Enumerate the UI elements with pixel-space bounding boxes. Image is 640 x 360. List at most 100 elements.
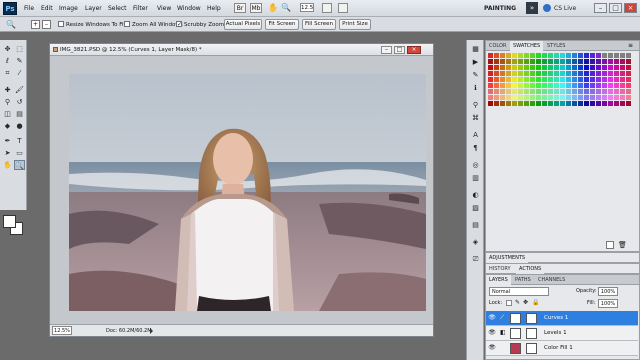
tab-history[interactable]: HISTORY [486,264,514,274]
history-panel-icon[interactable]: ▦ [470,44,481,54]
swatch-cell[interactable] [530,77,535,82]
swatch-cell[interactable] [500,89,505,94]
swatch-cell[interactable] [524,53,529,58]
status-menu-icon[interactable] [150,328,153,334]
fill-screen-button[interactable]: Fill Screen [302,19,336,30]
swatch-cell[interactable] [620,59,625,64]
swatch-cell[interactable] [626,101,631,106]
swatch-cell[interactable] [494,53,499,58]
marquee-tool-icon[interactable]: ⬚ [14,44,25,54]
swatch-cell[interactable] [554,71,559,76]
swatch-cell[interactable] [572,77,577,82]
swatch-cell[interactable] [590,89,595,94]
close-button[interactable]: × [624,3,637,13]
swatch-cell[interactable] [500,53,505,58]
scrubby-zoom-checkbox[interactable]: ✓ [176,21,182,28]
swatch-cell[interactable] [584,59,589,64]
swatch-cell[interactable] [500,71,505,76]
swatch-cell[interactable] [602,53,607,58]
swatch-cell[interactable] [506,71,511,76]
animation-panel-icon[interactable]: ⎚ [470,254,481,264]
swatch-cell[interactable] [530,89,535,94]
workspace-expand-button[interactable]: » [526,2,538,14]
swatch-cell[interactable] [512,101,517,106]
swatch-cell[interactable] [518,71,523,76]
healing-brush-tool-icon[interactable]: ✚ [2,85,13,95]
swatch-cell[interactable] [590,71,595,76]
adjustments-panel[interactable]: ADJUSTMENTS [485,252,640,263]
swatch-cell[interactable] [584,83,589,88]
swatch-cell[interactable] [614,89,619,94]
swatch-cell[interactable] [524,71,529,76]
swatch-cell[interactable] [560,101,565,106]
swatch-cell[interactable] [626,71,631,76]
swatch-cell[interactable] [620,65,625,70]
arrange-documents-icon[interactable] [322,3,332,13]
swatch-cell[interactable] [506,77,511,82]
masks-panel-icon[interactable]: ◐ [470,190,481,200]
swatch-cell[interactable] [542,59,547,64]
swatch-cell[interactable] [590,65,595,70]
swatch-cell[interactable] [560,59,565,64]
swatch-cell[interactable] [572,83,577,88]
swatch-cell[interactable] [608,101,613,106]
swatch-cell[interactable] [518,101,523,106]
swatch-cell[interactable] [494,101,499,106]
3d-panel-icon[interactable]: ◈ [470,237,481,247]
swatch-cell[interactable] [500,83,505,88]
swatch-cell[interactable] [560,77,565,82]
hand-tool-icon[interactable]: ✋ [2,160,13,170]
crop-tool-icon[interactable]: ⌗ [2,68,13,78]
clone-source-icon[interactable]: ⚲ [470,100,481,110]
swatch-cell[interactable] [506,101,511,106]
swatch-cell[interactable] [524,59,529,64]
swatch-cell[interactable] [596,101,601,106]
swatch-cell[interactable] [536,53,541,58]
swatch-cell[interactable] [578,89,583,94]
swatch-cell[interactable] [572,59,577,64]
history-brush-tool-icon[interactable]: ↺ [14,97,25,107]
doc-minimize-button[interactable]: – [381,46,392,54]
swatch-cell[interactable] [560,65,565,70]
layer-mask-thumbnail[interactable] [526,313,537,324]
swatch-cell[interactable] [602,89,607,94]
maximize-button[interactable]: □ [609,3,622,13]
minimize-button[interactable]: – [594,3,607,13]
swatch-cell[interactable] [566,53,571,58]
swatch-cell[interactable] [578,53,583,58]
swatch-cell[interactable] [488,83,493,88]
foreground-color-swatch[interactable] [3,215,16,228]
swatch-cell[interactable] [542,101,547,106]
swatch-cell[interactable] [548,77,553,82]
swatch-cell[interactable] [524,95,529,100]
menu-layer[interactable]: Layer [85,2,102,15]
photoshop-logo[interactable]: Ps [3,2,17,15]
tool-presets-icon[interactable]: ⌘ [470,113,481,123]
swatch-cell[interactable] [566,101,571,106]
swatch-cell[interactable] [560,95,565,100]
swatch-cell[interactable] [488,101,493,106]
swatch-cell[interactable] [566,77,571,82]
swatch-cell[interactable] [584,101,589,106]
swatch-cell[interactable] [500,59,505,64]
delete-swatch-icon[interactable]: 🗑 [618,241,627,249]
status-zoom-field[interactable]: 12.5% [52,326,72,335]
swatch-cell[interactable] [602,65,607,70]
swatch-cell[interactable] [542,65,547,70]
swatch-cell[interactable] [620,89,625,94]
swatch-cell[interactable] [506,65,511,70]
hand-icon[interactable]: ✋ [268,3,278,13]
swatch-cell[interactable] [518,95,523,100]
swatch-grid[interactable] [488,53,638,113]
swatch-cell[interactable] [614,95,619,100]
swatch-cell[interactable] [488,89,493,94]
swatch-cell[interactable] [548,53,553,58]
swatch-cell[interactable] [530,95,535,100]
swatch-cell[interactable] [512,83,517,88]
layer-row-curves[interactable]: 👁 ⟋ Curves 1 [486,311,638,326]
navigator-icon[interactable]: ◎ [470,160,481,170]
zoom-all-checkbox[interactable] [124,21,130,27]
swatch-cell[interactable] [536,65,541,70]
swatch-cell[interactable] [590,83,595,88]
photo-canvas[interactable] [69,74,426,311]
